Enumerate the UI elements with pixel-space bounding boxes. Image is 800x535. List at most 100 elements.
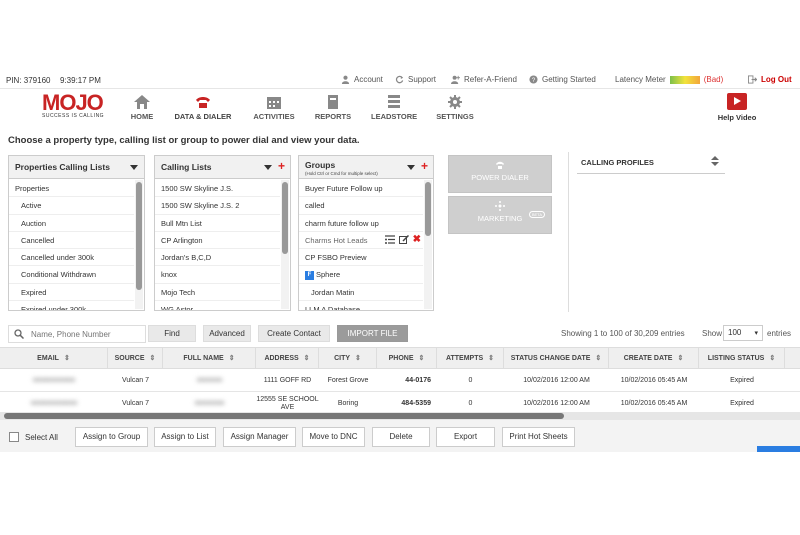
table-row[interactable]: ■■■■■■■■■■ Vulcan 7 ■■■■■■ 1111 GOFF RD … <box>0 369 800 392</box>
latency-label: Latency Meter <box>615 75 666 84</box>
list-item[interactable]: Jordan's B,C,D <box>155 249 280 267</box>
list-item[interactable]: knox <box>155 266 280 284</box>
create-contact-button[interactable]: Create Contact <box>258 325 330 342</box>
print-hot-sheets-button[interactable]: Print Hot Sheets <box>502 427 575 447</box>
column-header-address[interactable]: ADDRESS ⇕ <box>256 348 319 370</box>
list-item[interactable]: Auction <box>9 215 134 232</box>
list-item[interactable]: Conditional Withdrawn <box>9 266 134 284</box>
find-button[interactable]: Find <box>148 325 196 342</box>
add-icon[interactable]: + <box>278 159 285 173</box>
delete-button[interactable]: Delete <box>372 427 430 447</box>
power-dialer-button[interactable]: POWER DIALER <box>448 155 552 193</box>
svg-text:?: ? <box>532 77 536 84</box>
list-item[interactable]: called <box>299 197 423 215</box>
assign-to-group-button[interactable]: Assign to Group <box>75 427 148 447</box>
nav-data-dialer[interactable]: DATA & DIALER <box>171 95 235 121</box>
column-header-create-date[interactable]: CREATE DATE ⇕ <box>609 348 699 370</box>
delete-icon[interactable]: ✖ <box>413 234 421 244</box>
list-item[interactable]: F Sphere <box>299 266 423 284</box>
latency-bar <box>669 75 700 84</box>
nav-activities[interactable]: ACTIVITIES <box>252 95 296 121</box>
search-field[interactable] <box>8 325 146 343</box>
column-header-city[interactable]: CITY ⇕ <box>319 348 377 370</box>
list-item[interactable]: Cancelled under 300k <box>9 249 134 267</box>
nav-leadstore[interactable]: LEADSTORE <box>371 95 417 121</box>
chevron-down-icon[interactable] <box>130 165 138 170</box>
column-header-status-change-date[interactable]: STATUS CHANGE DATE ⇕ <box>504 348 609 370</box>
list-item[interactable]: CP FSBO Preview <box>299 249 423 267</box>
nav-settings[interactable]: SETTINGS <box>436 95 474 121</box>
list-item-hovered[interactable]: Charms Hot Leads ✖ <box>299 232 423 250</box>
list-item[interactable]: 1500 SW Skyline J.S. 2 <box>155 197 280 215</box>
column-header-email[interactable]: EMAIL ⇕ <box>0 348 108 370</box>
scroll-thumb[interactable] <box>4 413 564 419</box>
calling-lists-scrollbar[interactable] <box>281 180 289 309</box>
search-input[interactable] <box>31 329 141 340</box>
list-item[interactable]: 1500 SW Skyline J.S. <box>155 180 280 198</box>
list-item[interactable]: LLM A Database <box>299 301 423 310</box>
logout-icon <box>748 75 757 84</box>
divider <box>577 173 725 174</box>
list-item[interactable]: Cancelled <box>9 232 134 250</box>
list-item[interactable]: Jordan Matin <box>299 284 423 302</box>
list-item[interactable]: charm future follow up <box>299 215 423 232</box>
support-link[interactable]: Support <box>395 75 436 84</box>
groups-scrollbar[interactable] <box>424 180 432 309</box>
list-item[interactable]: Active <box>9 197 134 215</box>
help-video-button[interactable]: Help Video <box>712 93 762 122</box>
list-item[interactable]: CP Arlington <box>155 232 280 250</box>
nav-reports[interactable]: REPORTS <box>314 95 352 121</box>
calling-lists-header[interactable]: Calling Lists + <box>155 156 290 179</box>
sphere-badge-icon: F <box>305 271 314 280</box>
list-item[interactable]: Expired <box>9 284 134 302</box>
scroll-thumb[interactable] <box>136 182 142 290</box>
list-edit-icon[interactable] <box>384 235 395 244</box>
chevron-down-icon[interactable] <box>407 165 415 170</box>
cell-source: Vulcan 7 <box>122 376 149 384</box>
marketing-button[interactable]: MARKETING BETA <box>448 196 552 234</box>
assign-manager-button[interactable]: Assign Manager <box>223 427 296 447</box>
column-header-phone[interactable]: PHONE ⇕ <box>377 348 437 370</box>
nav-data-dialer-label: DATA & DIALER <box>174 112 232 121</box>
add-user-icon <box>451 75 460 84</box>
list-item[interactable]: WG Astor <box>155 301 280 310</box>
cell-phone[interactable]: 44-0176 <box>377 369 437 392</box>
mojo-logo[interactable]: MOJO SUCCESS IS CALLING <box>42 92 106 123</box>
page-size-select[interactable]: 100 ▾ <box>723 325 763 341</box>
column-header-listing-status[interactable]: LISTING STATUS ⇕ <box>699 348 785 370</box>
add-icon[interactable]: + <box>421 159 428 173</box>
nav-home[interactable]: HOME <box>128 95 156 121</box>
list-item[interactable]: Properties <box>9 180 134 198</box>
import-file-button[interactable]: IMPORT FILE <box>337 325 408 342</box>
cell-listing-status: Expired <box>730 376 754 384</box>
sort-icon[interactable] <box>711 156 719 166</box>
properties-scrollbar[interactable] <box>135 180 143 309</box>
move-to-dnc-button[interactable]: Move to DNC <box>302 427 365 447</box>
list-item[interactable]: Expired under 300k <box>9 301 134 310</box>
nav-reports-label: REPORTS <box>314 112 352 121</box>
getting-started-link[interactable]: ? Getting Started <box>529 75 596 84</box>
account-link[interactable]: Account <box>341 75 383 84</box>
refer-a-friend-link[interactable]: Refer-A-Friend <box>451 75 517 84</box>
list-item[interactable]: Mojo Tech <box>155 284 280 302</box>
column-header-full-name[interactable]: FULL NAME ⇕ <box>163 348 256 370</box>
chat-widget-tab[interactable] <box>757 446 800 452</box>
scroll-thumb[interactable] <box>425 182 431 236</box>
assign-to-list-button[interactable]: Assign to List <box>154 427 216 447</box>
column-header-source[interactable]: SOURCE ⇕ <box>108 348 163 370</box>
select-all-checkbox[interactable] <box>9 432 19 442</box>
export-button[interactable]: Export <box>436 427 495 447</box>
logo-tagline: SUCCESS IS CALLING <box>42 113 105 119</box>
row-tools: ✖ <box>384 234 421 244</box>
advanced-button[interactable]: Advanced <box>203 325 251 342</box>
horizontal-scrollbar[interactable] <box>0 412 800 420</box>
chevron-down-icon[interactable] <box>264 165 272 170</box>
column-header-attempts[interactable]: ATTEMPTS ⇕ <box>437 348 504 370</box>
list-item[interactable]: Bull Mtn List <box>155 215 280 232</box>
groups-header[interactable]: Groups (Hold Ctrl or Cmd for multiple se… <box>299 156 433 179</box>
list-item[interactable]: Buyer Future Follow up <box>299 180 423 198</box>
edit-icon[interactable] <box>398 234 409 244</box>
properties-panel-header[interactable]: Properties Calling Lists <box>9 156 144 179</box>
scroll-thumb[interactable] <box>282 182 288 254</box>
logout-link[interactable]: Log Out <box>748 75 792 84</box>
